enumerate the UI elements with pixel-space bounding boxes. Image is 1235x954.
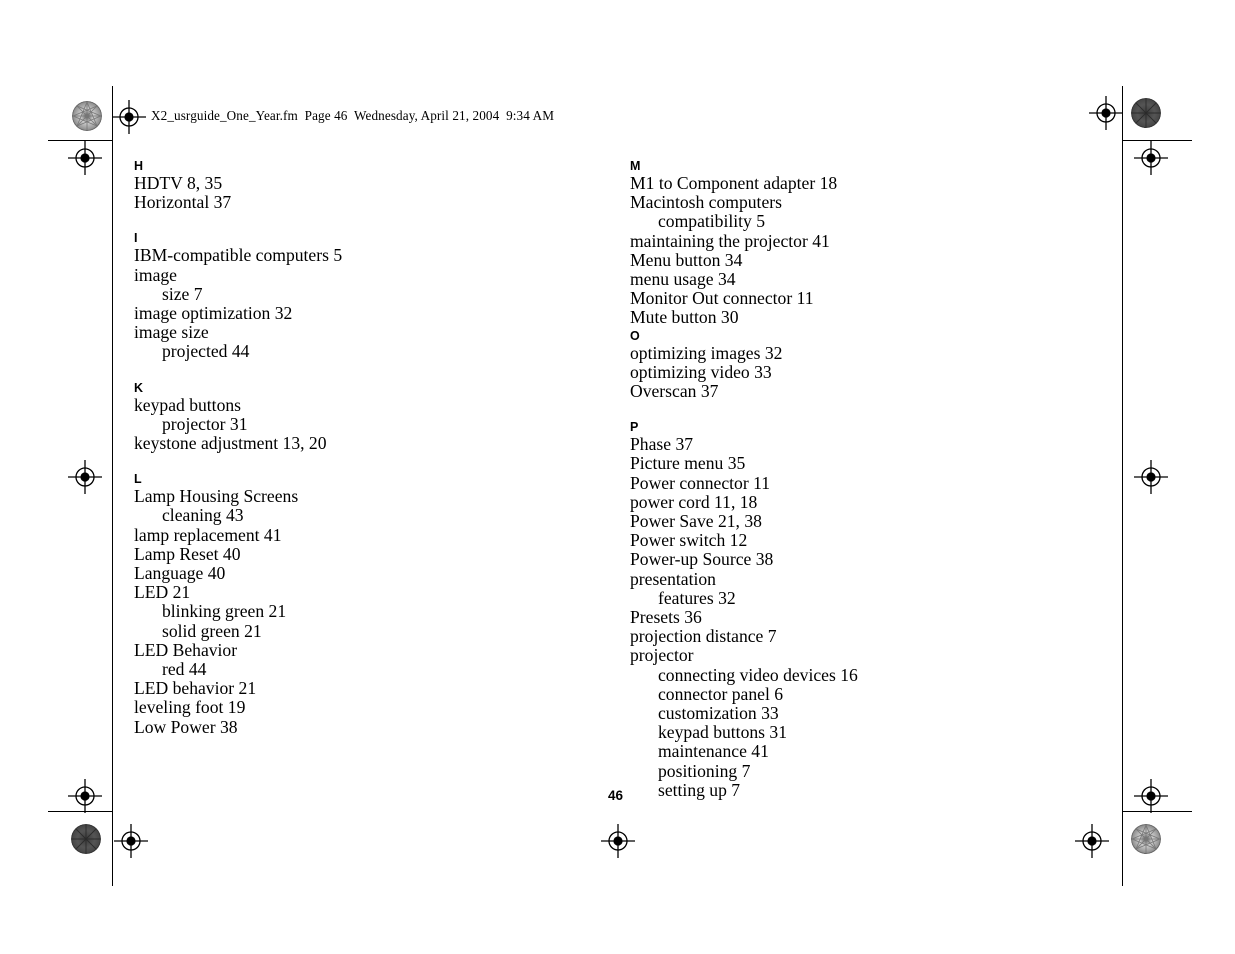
index-entry: Phase 37: [630, 434, 694, 455]
index-entry: keystone adjustment 13, 20: [134, 433, 327, 454]
index-entry: Lamp Reset 40: [134, 543, 241, 564]
index-group-spacer: [134, 453, 564, 471]
index-subentry: connecting video devices 16: [658, 664, 858, 685]
index-entry: Power-up Source 38: [630, 549, 774, 570]
trim-line-right-vertical: [1122, 86, 1123, 886]
index-entry: LED behavior 21: [134, 678, 257, 699]
index-entry: image: [134, 264, 177, 285]
index-entry: Picture menu 35: [630, 453, 746, 474]
index-subentry: maintenance 41: [658, 741, 769, 762]
trim-line-left-vertical: [112, 86, 113, 886]
index-entry: Menu button 34: [630, 249, 743, 270]
registration-target-mid-right: [1134, 460, 1168, 494]
registration-target-top-left-outer: [112, 100, 146, 134]
index-entry: Low Power 38: [134, 716, 238, 737]
index-letter-heading-l: L: [134, 472, 142, 487]
index-group-spacer: [134, 212, 564, 230]
halftone-dot-bottom-right: [1131, 824, 1161, 854]
registration-target-bottom-right-outer: [1075, 824, 1109, 858]
index-letter-heading-m: M: [630, 159, 641, 173]
index-entry: Horizontal 37: [134, 192, 232, 213]
index-entry: lamp replacement 41: [134, 524, 282, 545]
index-column-left: H HDTV 8, 35 Horizontal 37 I IBM-compatible …: [134, 158, 564, 737]
index-entry: optimizing images 32: [630, 342, 783, 363]
index-subentry: projected 44: [162, 341, 250, 362]
index-entry: keypad buttons: [134, 394, 242, 415]
index-entry: LED Behavior: [134, 639, 238, 660]
index-entry: Language 40: [134, 563, 226, 584]
index-subentry: blinking green 21: [162, 601, 287, 622]
index-column-right: M M1 to Component adapter 18 Macintosh com…: [630, 158, 1060, 800]
index-entry: leveling foot 19: [134, 697, 246, 718]
index-letter-heading-i: I: [134, 231, 138, 246]
file-header-line: X2_usrguide_One_Year.fm Page 46 Wednesda…: [151, 108, 555, 123]
index-subentry: customization 33: [658, 703, 779, 724]
index-entry: HDTV 8, 35: [134, 173, 223, 193]
index-entry: projector: [630, 645, 694, 666]
index-subentry: connector panel 6: [658, 683, 784, 704]
halftone-dot-bottom-left: [71, 824, 101, 854]
index-entry: maintaining the projector 41: [630, 230, 830, 251]
index-entry: Monitor Out connector 11: [630, 288, 814, 309]
index-entry: Power switch 12: [630, 530, 748, 551]
index-subentry: projector 31: [162, 413, 248, 434]
index-letter-heading-o: O: [630, 328, 640, 343]
index-entry: Mute button 30: [630, 307, 739, 328]
index-group-spacer: [134, 362, 564, 380]
index-subentry: positioning 7: [658, 760, 751, 781]
registration-target-bottom-left-inner: [68, 779, 102, 813]
registration-target-top-right-inner: [1134, 141, 1168, 175]
document-page: X2_usrguide_One_Year.fm Page 46 Wednesda…: [0, 0, 1235, 954]
registration-target-bottom-center: [601, 824, 635, 858]
index-entry: optimizing video 33: [630, 361, 772, 382]
index-subentry: solid green 21: [162, 620, 262, 641]
index-entry: menu usage 34: [630, 269, 736, 290]
index-entry: image optimization 32: [134, 303, 293, 324]
index-group-spacer: [630, 401, 1060, 419]
registration-target-top-left-inner: [68, 141, 102, 175]
index-entry: LED 21: [134, 582, 191, 603]
halftone-dot-top-left: [72, 101, 102, 131]
index-letter-heading-h: H: [134, 159, 144, 173]
index-entry: Presets 36: [630, 607, 702, 628]
index-letter-heading-k: K: [134, 380, 144, 395]
index-entry: power cord 11, 18: [630, 491, 758, 512]
index-subentry: size 7: [162, 283, 203, 304]
index-entry: Power Save 21, 38: [630, 511, 762, 532]
registration-target-bottom-right-inner: [1134, 779, 1168, 813]
index-subentry: keypad buttons 31: [658, 722, 788, 743]
index-entry: Lamp Housing Screens: [134, 486, 299, 507]
index-entry: image size: [134, 322, 209, 343]
page-number: 46: [608, 788, 624, 803]
index-entry: projection distance 7: [630, 626, 777, 647]
registration-target-bottom-left-outer: [114, 824, 148, 858]
index-subentry: features 32: [658, 587, 736, 608]
index-subentry: compatibility 5: [658, 211, 766, 232]
index-entry: Overscan 37: [630, 381, 719, 402]
index-entry: IBM-compatible computers 5: [134, 245, 343, 266]
registration-target-mid-left: [68, 460, 102, 494]
index-entry: M1 to Component adapter 18: [630, 173, 838, 193]
index-subentry: setting up 7: [658, 779, 741, 800]
registration-target-top-right-outer: [1089, 96, 1123, 130]
index-subentry: red 44: [162, 659, 207, 680]
index-entry: Power connector 11: [630, 472, 771, 493]
index-entry: presentation: [630, 568, 716, 589]
halftone-dot-top-right: [1131, 98, 1161, 128]
index-letter-heading-p: P: [630, 420, 639, 435]
index-subentry: cleaning 43: [162, 505, 244, 526]
index-entry: Macintosh computers: [630, 192, 782, 213]
